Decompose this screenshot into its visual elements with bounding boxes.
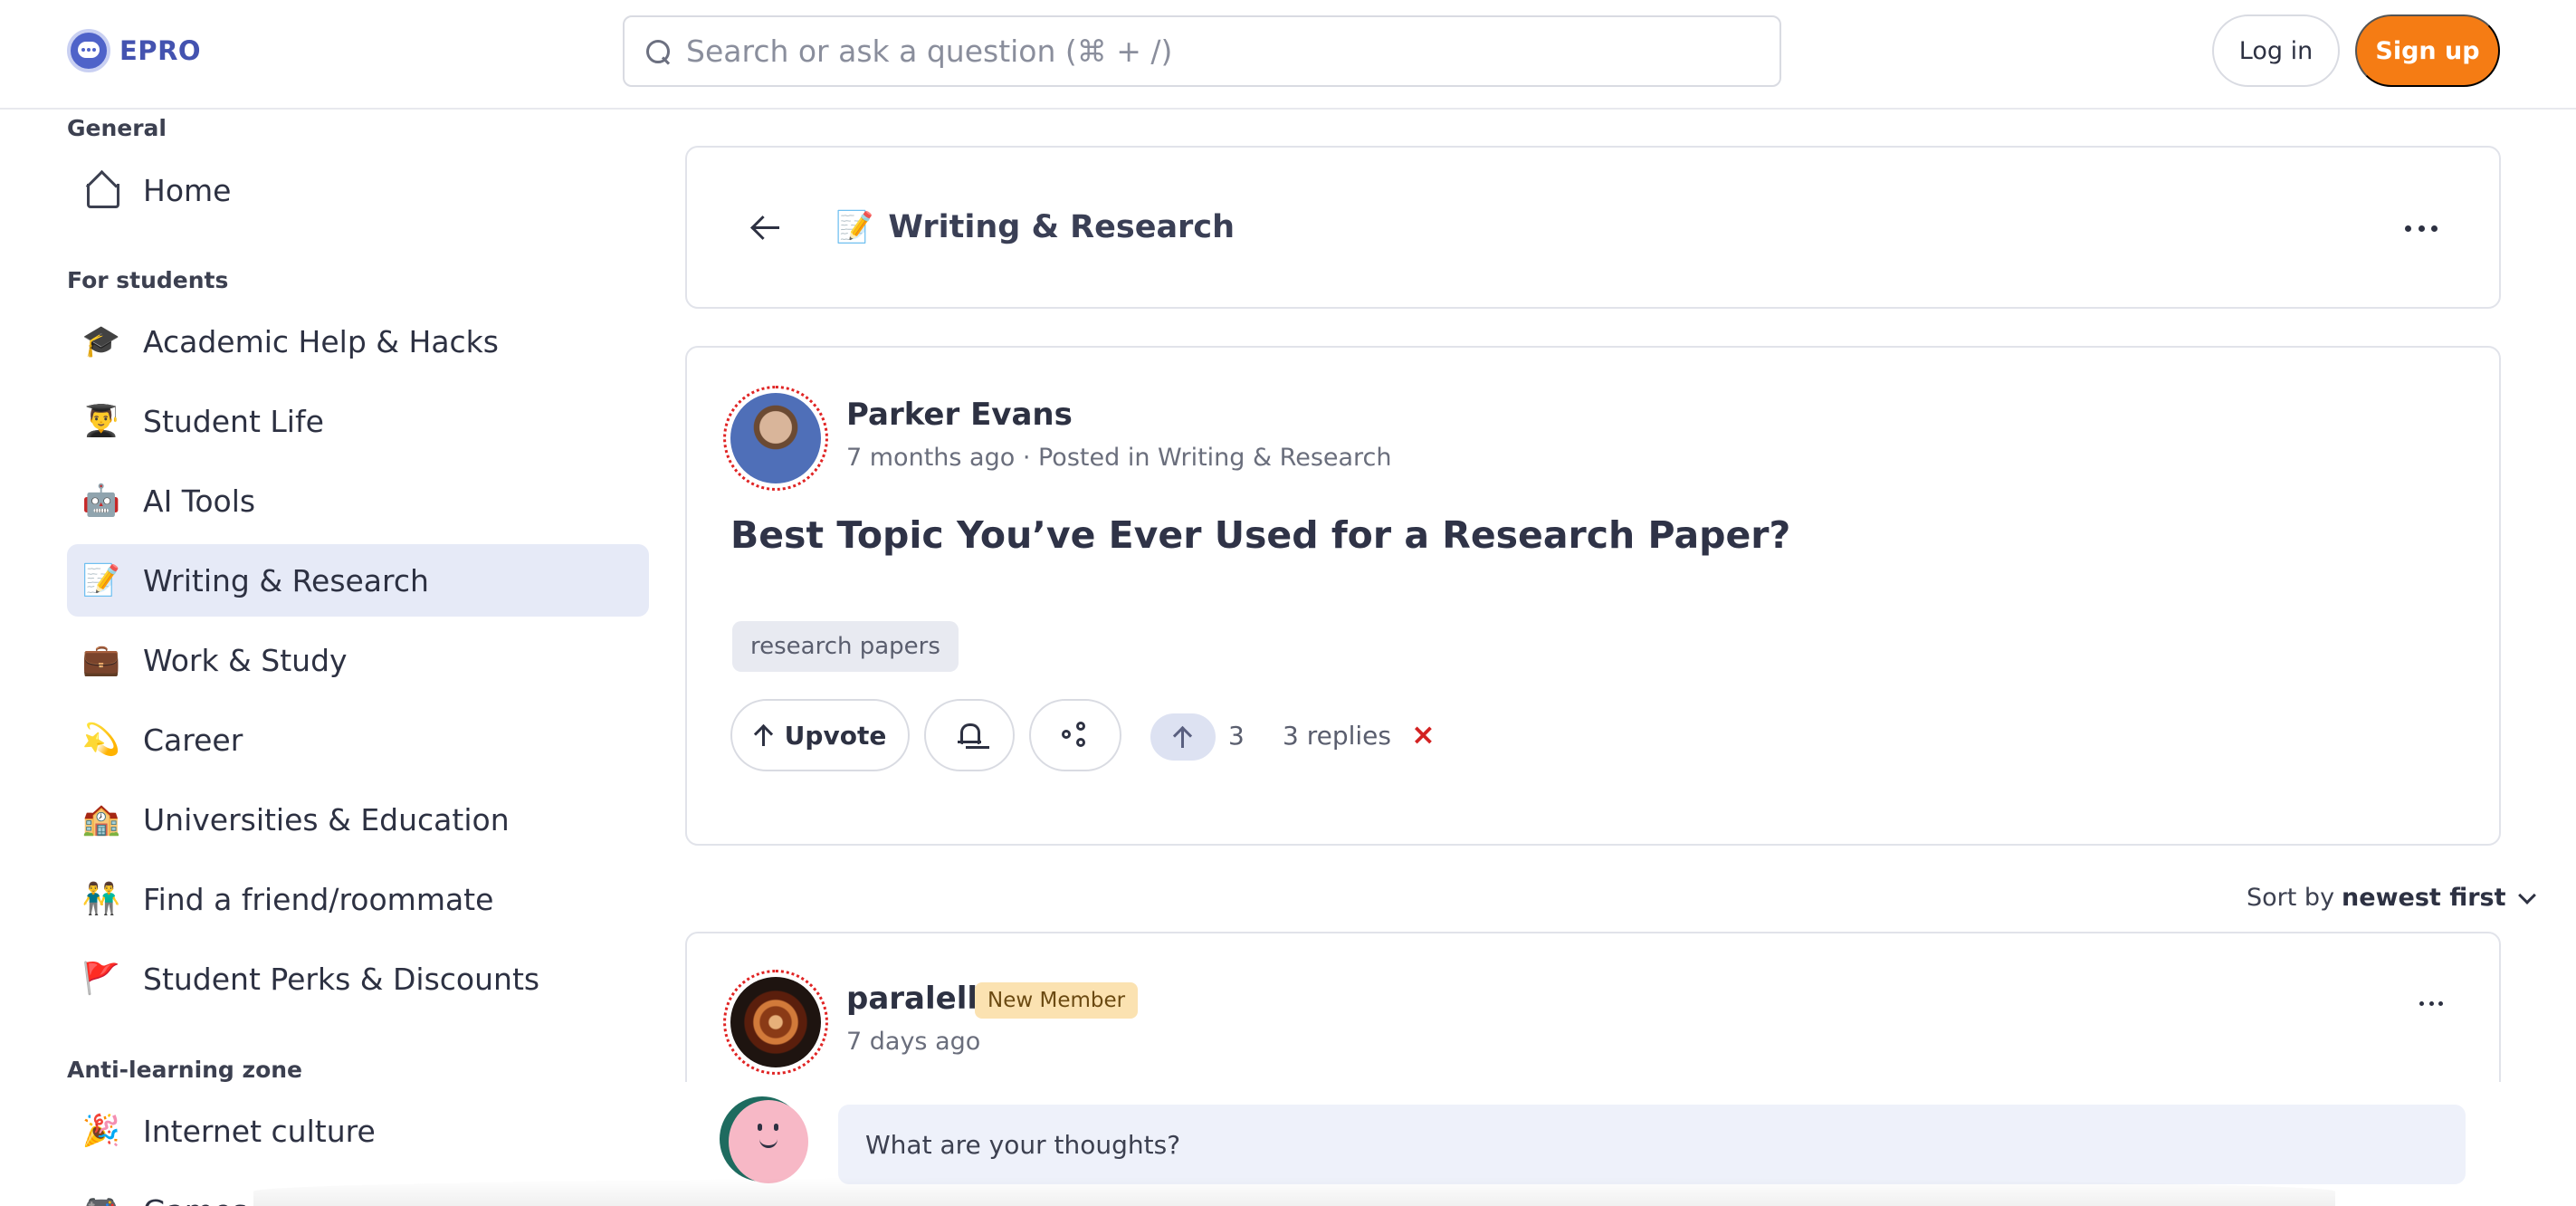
reply-author-name[interactable]: paralell — [846, 981, 978, 1017]
logo[interactable]: EPRO — [67, 28, 201, 73]
bottom-shadow — [253, 1177, 2335, 1206]
sidebar-item-label: Career — [143, 722, 243, 758]
sidebar-item-student-perks[interactable]: 🚩 Student Perks & Discounts — [67, 943, 649, 1015]
student-icon: 👨‍🎓 — [81, 403, 121, 439]
share-button[interactable] — [1029, 699, 1121, 771]
sort-dropdown[interactable]: Sort by newest first — [2247, 884, 2533, 912]
sidebar-item-label: Home — [143, 172, 232, 208]
comment-input[interactable] — [838, 1105, 2466, 1184]
dizzy-star-icon: 💫 — [81, 722, 121, 758]
reply-meta: 7 days ago — [846, 1028, 981, 1056]
avatar[interactable] — [723, 970, 828, 1075]
top-header: EPRO Log in Sign up — [0, 0, 2576, 110]
sidebar-item-student-life[interactable]: 👨‍🎓 Student Life — [67, 385, 649, 457]
topic-title: 📝 Writing & Research — [835, 209, 1235, 245]
graduation-cap-icon: 🎓 — [81, 323, 121, 359]
more-options-icon[interactable] — [2419, 999, 2443, 1008]
status-badge: New Member — [975, 982, 1139, 1019]
sidebar-item-label: Games — [143, 1193, 247, 1206]
avatar — [720, 1096, 809, 1186]
two-people-icon: 👬 — [81, 881, 121, 917]
reply-author-photo — [730, 977, 821, 1067]
sidebar-section-anti-learning: Anti-learning zone — [67, 1057, 303, 1083]
sidebar-item-label: Student Perks & Discounts — [143, 961, 540, 997]
bell-icon — [958, 722, 981, 749]
search-input[interactable] — [686, 34, 1779, 69]
post-meta: 7 months ago · Posted in Writing & Resea… — [846, 444, 1392, 472]
sidebar-item-career[interactable]: 💫 Career — [67, 704, 649, 776]
search-icon — [644, 38, 672, 65]
arrow-up-icon — [754, 723, 774, 747]
sidebar-item-label: Work & Study — [143, 642, 348, 678]
sidebar-item-find-friend[interactable]: 👬 Find a friend/roommate — [67, 863, 649, 935]
game-controller-icon: 🎮 — [81, 1191, 121, 1206]
memo-icon: 📝 — [81, 562, 121, 598]
vote-indicator[interactable] — [1150, 713, 1216, 761]
sidebar-item-label: Academic Help & Hacks — [143, 323, 499, 359]
red-flag-icon: 🚩 — [81, 961, 121, 997]
tag-research-papers[interactable]: research papers — [732, 621, 959, 672]
replies-count[interactable]: 3 replies — [1283, 721, 1391, 751]
topic-header-card: 📝 Writing & Research — [685, 146, 2501, 309]
sidebar-item-label: AI Tools — [143, 483, 256, 519]
school-icon: 🏫 — [81, 801, 121, 838]
author-name[interactable]: Parker Evans — [846, 397, 1073, 433]
upvote-label: Upvote — [784, 720, 887, 751]
chat-bubble-logo-icon — [67, 29, 110, 72]
sidebar-item-label: Find a friend/roommate — [143, 881, 494, 917]
sort-value: newest first — [2342, 884, 2506, 912]
avatar[interactable] — [723, 386, 828, 491]
notify-button[interactable] — [924, 699, 1015, 771]
sidebar-item-writing-research[interactable]: 📝 Writing & Research — [67, 544, 649, 617]
post-card: Parker Evans 7 months ago · Posted in Wr… — [685, 346, 2501, 846]
sidebar-item-internet-culture[interactable]: 🎉 Internet culture — [67, 1095, 649, 1167]
robot-icon: 🤖 — [81, 483, 121, 519]
chevron-down-icon — [2519, 891, 2533, 905]
smiley-avatar-icon — [729, 1100, 808, 1183]
upvote-button[interactable]: Upvote — [730, 699, 910, 771]
share-icon — [1062, 722, 1089, 749]
sidebar-item-universities[interactable]: 🏫 Universities & Education — [67, 783, 649, 856]
vote-count: 3 — [1228, 721, 1245, 751]
sidebar-item-academic-help[interactable]: 🎓 Academic Help & Hacks — [67, 305, 649, 378]
signup-button[interactable]: Sign up — [2355, 14, 2500, 87]
sort-prefix: Sort by — [2247, 884, 2335, 912]
back-arrow-icon[interactable] — [750, 213, 781, 244]
close-icon[interactable]: × — [1411, 717, 1436, 751]
more-options-icon[interactable] — [2405, 224, 2438, 233]
login-button[interactable]: Log in — [2212, 14, 2340, 87]
sidebar-item-work-study[interactable]: 💼 Work & Study — [67, 624, 649, 696]
sidebar: General Home For students 🎓 Academic Hel… — [0, 110, 670, 1206]
search-bar[interactable] — [623, 15, 1781, 87]
post-title: Best Topic You’ve Ever Used for a Resear… — [730, 513, 1791, 557]
author-photo — [730, 393, 821, 483]
party-popper-icon: 🎉 — [81, 1113, 121, 1149]
sidebar-item-home[interactable]: Home — [67, 154, 649, 226]
home-icon — [81, 170, 121, 210]
memo-icon: 📝 — [835, 209, 874, 245]
sidebar-section-general: General — [67, 115, 167, 141]
sidebar-item-ai-tools[interactable]: 🤖 AI Tools — [67, 464, 649, 537]
logo-text: EPRO — [119, 35, 202, 66]
sidebar-item-label: Universities & Education — [143, 801, 510, 838]
topic-title-text: Writing & Research — [888, 209, 1235, 245]
arrow-up-icon — [1173, 725, 1193, 749]
sidebar-section-for-students: For students — [67, 267, 229, 293]
sidebar-item-label: Writing & Research — [143, 562, 429, 598]
briefcase-icon: 💼 — [81, 642, 121, 678]
sidebar-item-label: Student Life — [143, 403, 324, 439]
sidebar-item-label: Internet culture — [143, 1113, 376, 1149]
